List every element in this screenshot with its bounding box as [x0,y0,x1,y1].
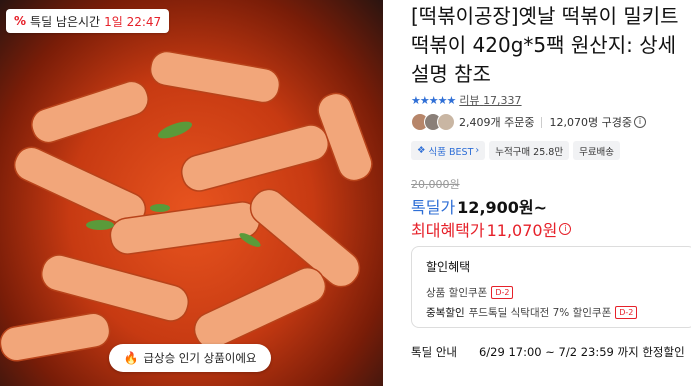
deal-notice: 톡딜 안내 6/29 17:00 ~ 7/2 23:59 까지 한정할인 [411,344,685,360]
viewer-count: 12,070명 구경중 [549,116,632,129]
discount-row[interactable]: 상품 할인쿠폰 D-2 [426,285,681,300]
deal-price-row: 톡딜가 12,900원~ [411,194,547,218]
discount-text: 푸드톡딜 식탁대전 7% 할인쿠폰 [468,307,612,319]
max-benefit-price: 11,070원 [486,221,558,240]
deal-price-label: 톡딜가 [411,198,456,217]
original-price: 20,000원 [411,178,460,191]
review-label: 리뷰 [459,94,480,107]
deal-notice-label: 톡딜 안내 [411,345,457,359]
tag-label: 식품 BEST [428,146,474,158]
max-benefit-label: 최대혜택가 [411,221,485,240]
product-image[interactable]: % 특딜 남은시간 1일 22:47 🔥 급상승 인기 상품이에요 [0,0,383,386]
dday-badge: D-2 [491,286,514,299]
product-info: [떡볶이공장]옛날 떡볶이 밀키트 떡볶이 420g*5팩 원산지: 상세설명 … [411,0,691,386]
discount-heading: 할인혜택 [426,260,471,274]
product-title: [떡볶이공장]옛날 떡볶이 밀키트 떡볶이 420g*5팩 원산지: 상세설명 … [411,4,679,86]
tag-food-best[interactable]: ❖ 식품 BEST › [411,141,486,160]
product-tags: ❖ 식품 BEST › 누적구매 25.8만 무료배송 [411,141,621,160]
discount-text: 상품 할인쿠폰 [426,287,488,299]
chevron-right-icon: › [475,145,480,156]
tteokbokki-photo [0,50,373,362]
tag-free-shipping: 무료배송 [573,141,621,160]
avatar [437,113,455,131]
popular-badge-label: 급상승 인기 상품이에요 [143,351,257,365]
fire-icon: 🔥 [123,351,139,365]
deal-timer-badge: % 특딜 남은시간 1일 22:47 [6,9,170,33]
deal-timer-label: 특딜 남은시간 [30,14,101,29]
info-icon[interactable]: i [559,223,572,235]
order-count: 2,409개 주문중 [459,116,535,129]
discount-row[interactable]: 중복할인 푸드톡딜 식탁대전 7% 할인쿠폰 D-2 [426,305,681,320]
discount-label: 중복할인 [426,307,465,319]
review-link[interactable]: 리뷰 17,337 [459,92,521,108]
food-best-icon: ❖ [417,145,426,156]
dday-badge: D-2 [615,306,638,319]
tag-cumulative-purchases: 누적구매 25.8만 [489,141,570,160]
buyer-avatars [411,113,455,131]
rating-stars: ★★★★★ [411,93,456,107]
deal-notice-text: 6/29 17:00 ~ 7/2 23:59 까지 한정할인 [478,345,685,359]
percent-icon: % [14,14,27,28]
deal-price: 12,900원~ [457,198,548,217]
info-icon[interactable]: i [633,116,646,128]
deal-timer-time: 1일 22:47 [104,14,162,29]
max-benefit-row: 최대혜택가 11,070원 i [411,217,572,241]
review-count: 17,337 [483,94,522,107]
order-stats: 2,409개 주문중 12,070명 구경중 i [411,113,646,131]
discount-box: 할인혜택 상품 할인쿠폰 D-2 중복할인 푸드톡딜 식탁대전 7% 할인쿠폰 … [411,246,691,328]
divider [541,116,543,128]
popular-badge: 🔥 급상승 인기 상품이에요 [109,344,271,372]
review-summary[interactable]: ★★★★★ 리뷰 17,337 [411,92,522,108]
